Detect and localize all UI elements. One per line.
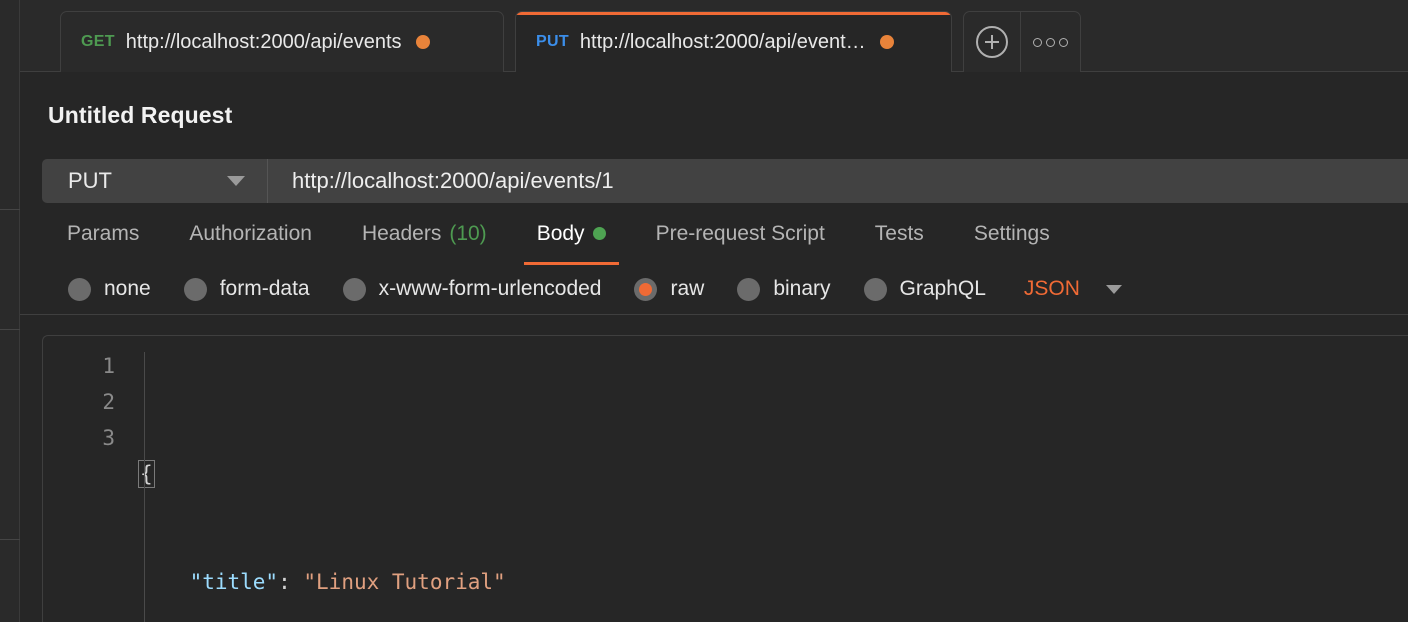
- radio-label: binary: [773, 277, 831, 301]
- rail-divider: [0, 329, 20, 330]
- radio-label: none: [104, 277, 151, 301]
- radio-graphql[interactable]: GraphQL: [863, 277, 986, 301]
- radio-icon: [68, 277, 91, 301]
- request-title: Untitled Request: [48, 102, 233, 128]
- tab-label: Authorization: [189, 221, 312, 245]
- http-method-select[interactable]: PUT: [42, 159, 268, 203]
- radio-label: x-www-form-urlencoded: [378, 277, 602, 301]
- rail-divider: [0, 539, 20, 540]
- line-number: 1: [102, 353, 115, 378]
- radio-label: raw: [670, 277, 705, 301]
- chevron-down-icon: [227, 175, 245, 186]
- tab-url-label: http://localhost:2000/api/events: [125, 30, 402, 53]
- request-tab-put[interactable]: PUT http://localhost:2000/api/event…: [515, 11, 952, 72]
- unsaved-indicator-dot: [879, 35, 894, 49]
- line-number: 2: [102, 389, 115, 414]
- tab-settings[interactable]: Settings: [949, 203, 1075, 265]
- request-tab-bar: GET http://localhost:2000/api/events PUT…: [20, 0, 1408, 72]
- url-bar: PUT http://localhost:2000/api/events/1: [42, 159, 1408, 203]
- radio-binary[interactable]: binary: [737, 277, 831, 301]
- chevron-down-icon: [1105, 284, 1122, 294]
- rail-divider: [0, 209, 20, 210]
- tab-options-button[interactable]: [1021, 11, 1081, 72]
- tab-tests[interactable]: Tests: [850, 203, 949, 265]
- json-open-brace: {: [138, 459, 155, 488]
- radio-raw[interactable]: raw: [634, 277, 704, 301]
- tab-params[interactable]: Params: [42, 203, 164, 265]
- tab-pre-request-script[interactable]: Pre-request Script: [631, 203, 850, 265]
- new-tab-button[interactable]: [963, 11, 1021, 72]
- request-tab-get[interactable]: GET http://localhost:2000/api/events: [60, 11, 504, 72]
- tab-label: Headers: [361, 221, 442, 245]
- http-method-value: PUT: [68, 167, 112, 193]
- request-pane: Untitled Request PUT http://localhost:20…: [20, 72, 1408, 622]
- raw-body-editor[interactable]: 1 2 3 { "title": "Linux Tutorial" }: [42, 334, 1408, 622]
- tab-label: Params: [67, 221, 140, 245]
- code-line-2: "title": "Linux Tutorial": [139, 564, 1408, 600]
- body-language-select[interactable]: JSON: [1024, 277, 1122, 301]
- json-string-value: "Linux Tutorial": [303, 569, 506, 594]
- indent-guide: [144, 351, 145, 622]
- more-horizontal-icon: [1033, 37, 1068, 47]
- body-language-value: JSON: [1023, 277, 1080, 301]
- headers-count-badge: (10): [449, 221, 487, 245]
- unsaved-indicator-dot: [415, 35, 430, 49]
- radio-icon-selected: [634, 277, 658, 301]
- editor-line-numbers: 1 2 3: [43, 348, 137, 622]
- radio-label: form-data: [219, 277, 310, 301]
- tab-url-label: http://localhost:2000/api/event…: [579, 30, 866, 53]
- line-number: 3: [102, 425, 115, 450]
- tab-headers[interactable]: Headers (10): [337, 203, 512, 265]
- main-column: GET http://localhost:2000/api/events PUT…: [20, 0, 1408, 622]
- url-input[interactable]: http://localhost:2000/api/events/1: [268, 159, 1408, 203]
- tab-label: Settings: [973, 221, 1050, 245]
- tab-authorization[interactable]: Authorization: [164, 203, 337, 265]
- postman-window: GET http://localhost:2000/api/events PUT…: [0, 0, 1408, 622]
- body-present-dot-icon: [592, 227, 606, 241]
- radio-icon: [183, 277, 207, 301]
- body-type-radio-group: none form-data x-www-form-urlencoded raw…: [42, 265, 1408, 314]
- editor-code-area[interactable]: { "title": "Linux Tutorial" }: [137, 348, 1408, 622]
- radio-icon: [737, 277, 761, 301]
- radio-none[interactable]: none: [68, 277, 151, 301]
- json-key: "title": [189, 569, 279, 594]
- tab-label: Pre-request Script: [655, 221, 825, 245]
- radio-icon: [342, 277, 366, 301]
- tab-method-label: PUT: [536, 33, 569, 50]
- tab-body[interactable]: Body: [512, 203, 631, 265]
- tab-label: Tests: [874, 221, 924, 245]
- plus-circle-icon: [976, 26, 1008, 58]
- radio-x-www-form-urlencoded[interactable]: x-www-form-urlencoded: [342, 277, 602, 301]
- request-section-tabs: Params Authorization Headers (10) Body P…: [42, 203, 1408, 265]
- code-line-1: {: [138, 456, 1408, 492]
- body-editor-container: 1 2 3 { "title": "Linux Tutorial" }: [20, 313, 1408, 622]
- radio-label: GraphQL: [899, 277, 986, 301]
- radio-form-data[interactable]: form-data: [183, 277, 310, 301]
- tab-label: Body: [536, 221, 585, 245]
- tab-method-label: GET: [81, 33, 115, 50]
- json-colon: :: [278, 569, 304, 594]
- radio-icon: [863, 277, 887, 301]
- left-rail: [0, 0, 20, 622]
